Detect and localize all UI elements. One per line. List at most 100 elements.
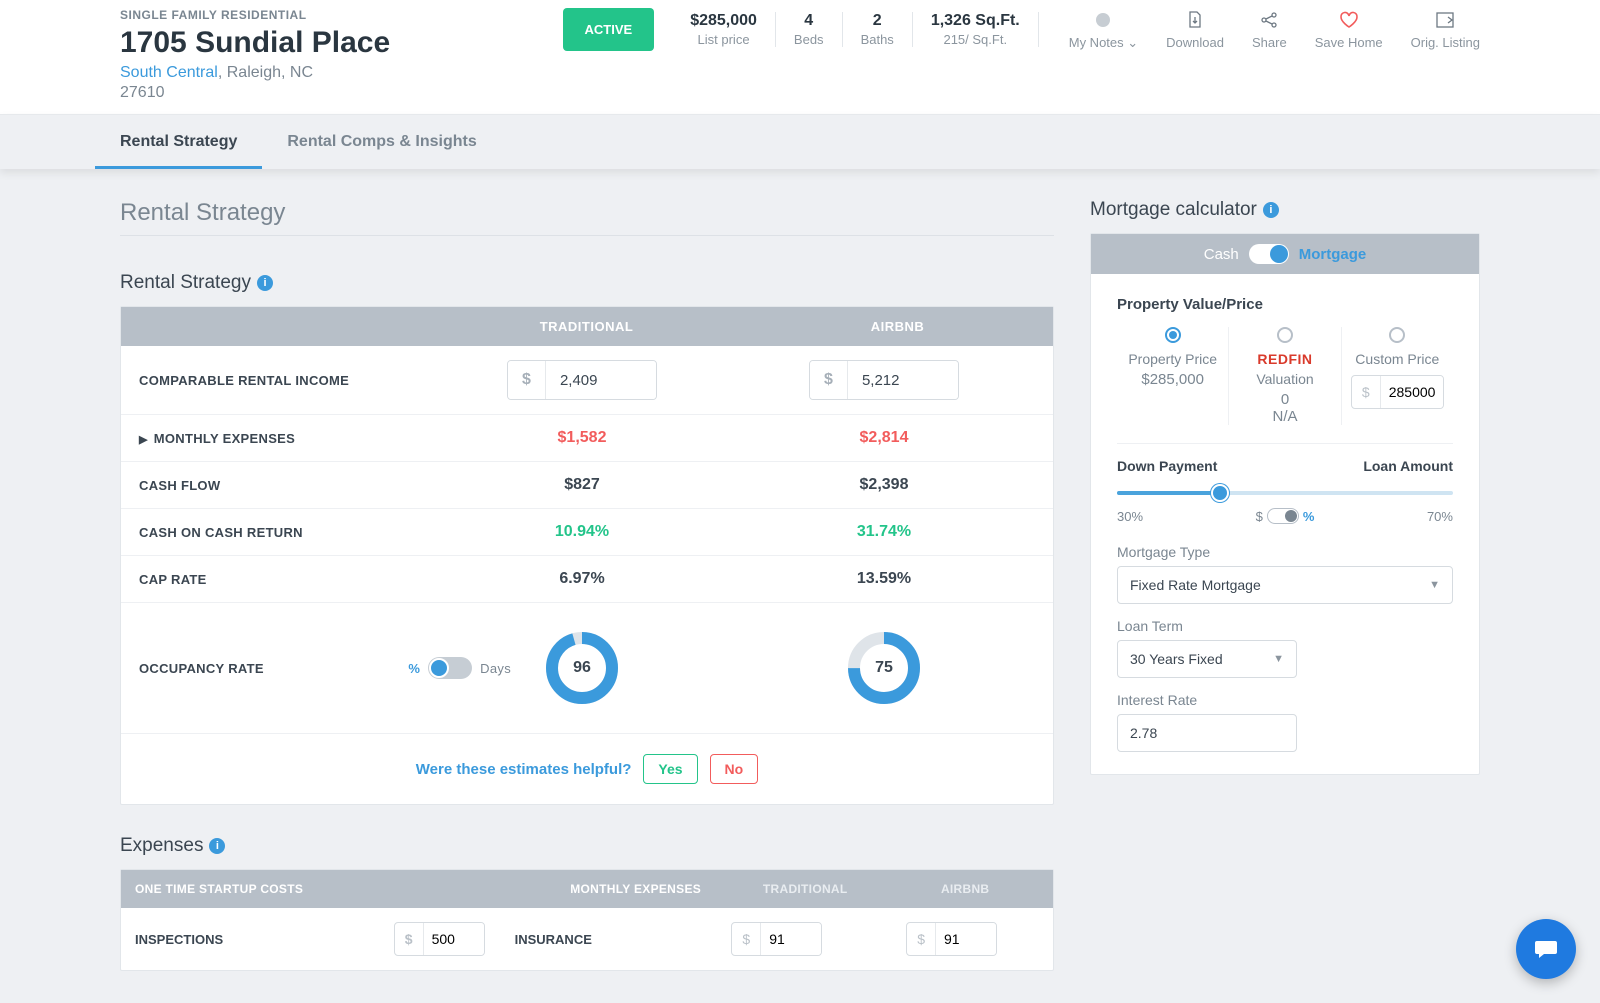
insurance-airbnb-input[interactable]: $ <box>906 922 997 956</box>
income-traditional-field[interactable] <box>546 361 656 399</box>
loan-term-select[interactable]: 30 Years Fixed ▼ <box>1117 640 1297 678</box>
tab-bar: Rental Strategy Rental Comps & Insights <box>0 114 1600 169</box>
orig-listing-button[interactable]: Orig. Listing <box>1411 9 1480 51</box>
divider <box>120 235 1054 236</box>
tab-rental-strategy[interactable]: Rental Strategy <box>120 115 237 169</box>
cell-airbnb: 31.74% <box>733 523 1035 541</box>
dollar-icon: $ <box>508 361 546 399</box>
custom-price-field[interactable] <box>1381 376 1443 408</box>
info-icon[interactable]: i <box>209 838 225 854</box>
chevron-right-icon: ▶ <box>139 434 148 446</box>
stat-value: $285,000 <box>690 12 757 30</box>
info-icon[interactable]: i <box>257 275 273 291</box>
mortgage-type-select[interactable]: Fixed Rate Mortgage ▼ <box>1117 566 1453 604</box>
property-location: South Central, Raleigh, NC <box>120 64 390 82</box>
mortgage-type-label: Mortgage Type <box>1117 544 1453 560</box>
feedback-prompt: Were these estimates helpful? Yes No <box>121 734 1053 804</box>
insurance-traditional-input[interactable]: $ <box>731 922 822 956</box>
dp-unit-toggle[interactable]: $ % <box>1256 508 1315 524</box>
stat-baths: 2 Baths <box>843 12 913 47</box>
occupancy-unit-toggle[interactable] <box>428 657 472 679</box>
cell-airbnb: $2,398 <box>733 476 1035 494</box>
opt-na: N/A <box>1235 408 1334 425</box>
price-opt-redfin[interactable]: REDFIN Valuation 0 N/A <box>1229 327 1341 425</box>
expense-row: INSPECTIONS $ INSURANCE $ $ <box>121 908 1053 970</box>
insurance-airbnb-field[interactable] <box>936 923 996 955</box>
feedback-no-button[interactable]: No <box>710 754 759 784</box>
chat-icon <box>1532 935 1560 963</box>
my-notes-button[interactable]: My Notes ⌄ <box>1069 9 1138 51</box>
dp-min: 30% <box>1117 509 1143 524</box>
city-state: , Raleigh, NC <box>218 64 313 81</box>
custom-price-input[interactable]: $ <box>1351 375 1444 409</box>
inspections-field[interactable] <box>424 923 484 955</box>
opt-label: Valuation <box>1235 371 1334 387</box>
info-icon[interactable]: i <box>1263 202 1279 218</box>
row-cap-rate: CAP RATE 6.97% 13.59% <box>121 556 1053 603</box>
price-opt-custom[interactable]: Custom Price $ <box>1342 327 1453 425</box>
mortgage-label: Mortgage <box>1299 246 1367 263</box>
action-label: Share <box>1252 35 1287 50</box>
down-payment-slider[interactable] <box>1117 482 1453 502</box>
section-title-strategy: Rental Strategy i <box>120 272 1054 294</box>
feedback-yes-button[interactable]: Yes <box>643 754 697 784</box>
row-label: CASH ON CASH RETURN <box>139 525 431 540</box>
select-value: Fixed Rate Mortgage <box>1130 577 1261 593</box>
cell-traditional: $1,582 <box>431 429 733 447</box>
price-opt-property[interactable]: Property Price $285,000 <box>1117 327 1229 425</box>
neighborhood-link[interactable]: South Central <box>120 64 218 81</box>
radio-icon <box>1389 327 1405 343</box>
interest-rate-label: Interest Rate <box>1117 692 1453 708</box>
col-traditional: TRADITIONAL <box>719 882 891 896</box>
opt-label: Property Price <box>1123 351 1222 367</box>
row-occupancy: OCCUPANCY RATE % Days 96 <box>121 603 1053 734</box>
radio-icon <box>1277 327 1293 343</box>
chevron-down-icon: ▼ <box>1429 579 1440 591</box>
dollar-icon: $ <box>810 361 848 399</box>
cash-mortgage-toggle[interactable] <box>1249 244 1289 264</box>
cell-traditional: 6.97% <box>431 570 733 588</box>
col-monthly: MONTHLY EXPENSES <box>480 882 720 896</box>
row-coc-return: CASH ON CASH RETURN 10.94% 31.74% <box>121 509 1053 556</box>
loan-amount-label: Loan Amount <box>1363 458 1453 474</box>
insurance-traditional-field[interactable] <box>761 923 821 955</box>
col-airbnb: AIRBNB <box>891 882 1039 896</box>
download-button[interactable]: Download <box>1166 9 1224 51</box>
share-button[interactable]: Share <box>1252 9 1287 51</box>
row-label: COMPARABLE RENTAL INCOME <box>139 373 431 388</box>
stat-beds: 4 Beds <box>776 12 843 47</box>
tab-rental-comps[interactable]: Rental Comps & Insights <box>287 115 476 169</box>
opt-value: $285,000 <box>1123 371 1222 388</box>
row-monthly-expenses[interactable]: ▶MONTHLY EXPENSES $1,582 $2,814 <box>121 415 1053 462</box>
share-icon <box>1252 9 1287 31</box>
redfin-brand: REDFIN <box>1235 351 1334 367</box>
save-home-button[interactable]: Save Home <box>1315 9 1383 51</box>
slider-handle[interactable] <box>1211 484 1229 502</box>
download-icon <box>1166 9 1224 31</box>
chevron-down-icon: ▼ <box>1273 653 1284 665</box>
action-label: Save Home <box>1315 35 1383 50</box>
mortgage-mode-header: Cash Mortgage <box>1091 234 1479 274</box>
income-traditional-input[interactable]: $ <box>507 360 657 400</box>
section-title-mortgage: Mortgage calculator i <box>1090 199 1480 221</box>
donut-value: 96 <box>543 629 621 707</box>
row-cash-flow: CASH FLOW $827 $2,398 <box>121 462 1053 509</box>
strategy-header-row: TRADITIONAL AIRBNB <box>121 307 1053 346</box>
col-startup: ONE TIME STARTUP COSTS <box>135 882 480 896</box>
dp-labels: Down Payment Loan Amount <box>1117 458 1453 474</box>
property-address: 1705 Sundial Place <box>120 26 390 60</box>
chat-fab[interactable] <box>1516 919 1576 979</box>
income-airbnb-input[interactable]: $ <box>809 360 959 400</box>
cell-traditional: $827 <box>431 476 733 494</box>
feedback-text: Were these estimates helpful? <box>416 761 632 778</box>
address-block: SINGLE FAMILY RESIDENTIAL 1705 Sundial P… <box>120 8 390 102</box>
notes-icon <box>1069 9 1138 31</box>
mortgage-card: Cash Mortgage Property Value/Price Prope… <box>1090 233 1480 775</box>
action-label: Orig. Listing <box>1411 35 1480 50</box>
opt-value: 0 <box>1235 391 1334 408</box>
interest-rate-input[interactable] <box>1117 714 1297 752</box>
income-airbnb-field[interactable] <box>848 361 958 399</box>
inspections-input[interactable]: $ <box>394 922 485 956</box>
row-label: CASH FLOW <box>139 478 431 493</box>
strategy-card: TRADITIONAL AIRBNB COMPARABLE RENTAL INC… <box>120 306 1054 805</box>
